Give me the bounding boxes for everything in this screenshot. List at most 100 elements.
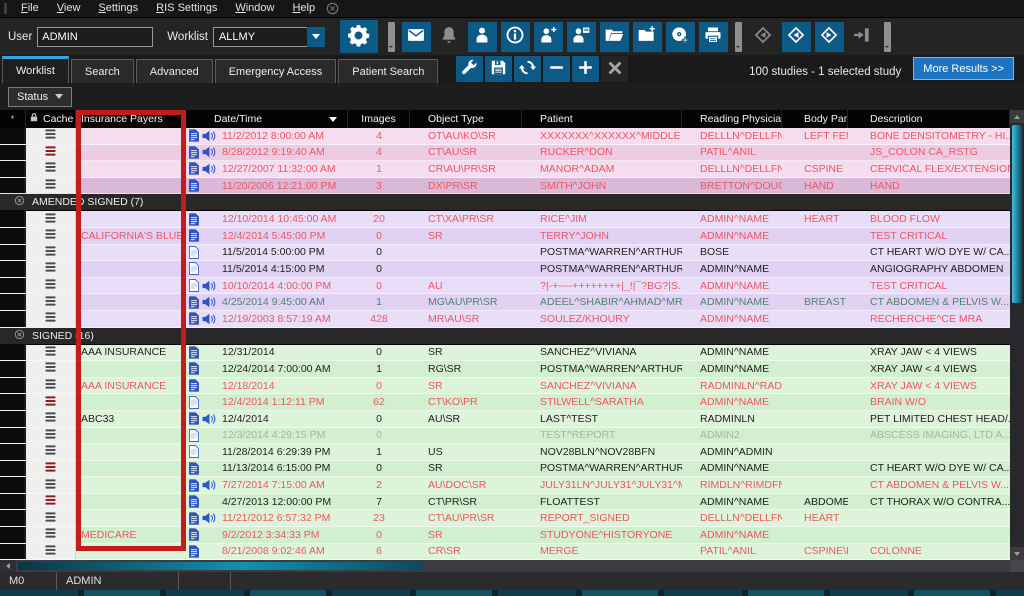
study-row[interactable]: AAA INSURANCE12/18/20140SRSANCHEZ^VIVIAN… — [0, 378, 1010, 395]
horizontal-scroll-thumb[interactable] — [18, 562, 424, 570]
cache-cell — [26, 394, 76, 410]
study-row[interactable]: 12/10/2014 10:45:00 AM20CT\XA\PR\SRRICE^… — [0, 211, 1010, 228]
patient-button[interactable] — [468, 22, 497, 52]
send-message-button[interactable] — [402, 22, 431, 52]
settings-button[interactable] — [340, 20, 378, 53]
column-header-patient[interactable]: Patient — [522, 110, 682, 128]
study-row[interactable]: 11/21/2012 6:57:32 PM23CT\AU\PR\SRREPORT… — [0, 510, 1010, 527]
row-icons — [186, 345, 220, 361]
reading-physician-cell: RIMDLN^RIMDFN^S... — [682, 477, 782, 493]
add-button[interactable] — [572, 56, 599, 82]
dictation-audio-icon — [202, 296, 216, 308]
menu-item-help[interactable]: Help — [283, 0, 324, 17]
more-results-button[interactable]: More Results >> — [913, 57, 1014, 80]
patient-records-button[interactable] — [567, 22, 596, 52]
study-row[interactable]: 12/3/2014 4:29:15 PM0TEST^REPORTADMIN2AB… — [0, 428, 1010, 445]
study-row[interactable]: 11/13/2014 6:15:00 PM0SRPOSTMA^WARREN^AR… — [0, 461, 1010, 478]
scroll-left-button[interactable] — [0, 560, 16, 572]
study-row[interactable]: AAA INSURANCE12/31/20140SRSANCHEZ^VIVIAN… — [0, 345, 1010, 362]
row-icons — [186, 428, 220, 444]
horizontal-scrollbar[interactable] — [0, 560, 1024, 572]
tab-advanced[interactable]: Advanced — [136, 59, 213, 83]
datetime-cell: 7/27/2014 7:15:00 AM — [220, 477, 348, 493]
group-header-amended-signed-7-[interactable]: AMENDED SIGNED (7) — [0, 194, 1010, 211]
menu-item-ris-settings[interactable]: RIS Settings — [147, 0, 226, 17]
study-row[interactable]: 12/27/2007 11:32:00 AM1CR\AU\PR\SRMANOR^… — [0, 161, 1010, 178]
study-row[interactable]: 8/28/2012 9:19:40 AM4CT\AU\SRRUCKER^DONP… — [0, 145, 1010, 162]
dictation-audio-icon — [202, 163, 216, 175]
chevron-down-icon — [55, 94, 63, 99]
remove-button[interactable] — [543, 56, 570, 82]
body-part-cell: HEART — [782, 211, 848, 227]
column-header-body-part[interactable]: Body Part — [782, 110, 848, 128]
scroll-up-button[interactable] — [1010, 110, 1024, 123]
menu-item-window[interactable]: Window — [226, 0, 283, 17]
status-filter-button[interactable]: Status — [8, 87, 72, 107]
group-header-signed-16-[interactable]: SIGNED (16) — [0, 328, 1010, 345]
tab-patient-search[interactable]: Patient Search — [338, 59, 438, 83]
column-header-date-time[interactable]: Date/Time — [186, 110, 348, 128]
save-button[interactable] — [485, 56, 512, 82]
patient-cell: TEST^REPORT — [522, 428, 682, 444]
column-header-description[interactable]: Description — [848, 110, 1010, 128]
study-row[interactable]: 11/2/2012 8:00:00 AM4OT\AU\KO\SRXXXXXXX^… — [0, 128, 1010, 145]
vertical-scrollbar[interactable] — [1010, 110, 1024, 560]
vertical-scroll-thumb[interactable] — [1012, 125, 1022, 303]
images-count-cell: 0 — [348, 228, 410, 244]
close-button[interactable] — [601, 56, 628, 82]
route-send-button[interactable] — [782, 22, 811, 52]
wrench-icon — [460, 58, 479, 80]
tools-button[interactable] — [456, 56, 483, 82]
study-row[interactable]: 11/20/2006 12:21:00 PM3DX\PR\SRSMITH^JOH… — [0, 178, 1010, 195]
study-row[interactable]: CALIFORNIA'S BLUE...12/4/2014 5:45:00 PM… — [0, 228, 1010, 245]
menu-extra-icon[interactable] — [326, 2, 339, 15]
menu-item-settings[interactable]: Settings — [89, 0, 147, 17]
add-study-button[interactable] — [633, 22, 662, 52]
patient-cell: ADEEL^SHABIR^AHMAD^MR. — [522, 294, 682, 310]
reading-physician-cell: RADMINLN^RADMIN... — [682, 378, 782, 394]
study-row[interactable]: 11/28/2014 6:29:39 PM1USNOV28BLN^NOV28BF… — [0, 444, 1010, 461]
tab-search[interactable]: Search — [71, 59, 134, 83]
tab-worklist[interactable]: Worklist — [2, 56, 69, 83]
tab-emergency-access[interactable]: Emergency Access — [215, 59, 337, 83]
study-row[interactable]: 11/5/2014 4:15:00 PM0POSTMA^WARREN^ARTHU… — [0, 261, 1010, 278]
column-header-insurance-payers[interactable]: Insurance Payers — [76, 110, 186, 128]
print-button[interactable] — [699, 22, 728, 52]
study-row[interactable]: 12/24/2014 7:00:00 AM1RG\SRPOSTMA^WARREN… — [0, 361, 1010, 378]
worklist-select[interactable]: ALLMY — [213, 27, 325, 47]
column-header-images[interactable]: Images — [348, 110, 410, 128]
column-header-reading-physician[interactable]: Reading Physician — [682, 110, 782, 128]
menu-item-file[interactable]: File — [12, 0, 48, 17]
new-patient-button[interactable] — [534, 22, 563, 52]
column-header-cache[interactable]: Cache — [26, 110, 76, 128]
datetime-cell: 12/4/2014 1:12:11 PM — [220, 394, 348, 410]
menu-item-view[interactable]: View — [48, 0, 90, 17]
refresh-button[interactable] — [514, 56, 541, 82]
route-forward-button[interactable] — [815, 22, 844, 52]
study-row[interactable]: 12/4/2014 1:12:11 PM62CT\KO\PRSTILWELL^S… — [0, 394, 1010, 411]
object-type-cell: CT\KO\PR — [410, 394, 522, 410]
images-count-cell: 0 — [348, 411, 410, 427]
study-row[interactable]: 8/21/2008 9:02:46 AM6CR\SRMERGEPATIL^ANI… — [0, 544, 1010, 560]
study-info-button[interactable] — [501, 22, 530, 52]
study-row[interactable]: 7/27/2014 7:15:00 AM2AU\DOC\SRJULY31LN^J… — [0, 477, 1010, 494]
study-row[interactable]: 4/25/2014 9:45:00 AM1MG\AU\PR\SRADEEL^SH… — [0, 294, 1010, 311]
study-row[interactable]: 11/5/2014 5:00:00 PM0POSTMA^WARREN^ARTHU… — [0, 245, 1010, 262]
scroll-down-button[interactable] — [1010, 547, 1024, 560]
images-count-cell: 0 — [348, 278, 410, 294]
datetime-cell: 12/18/2014 — [220, 378, 348, 394]
open-study-button[interactable] — [600, 22, 629, 52]
row-icons — [186, 261, 220, 277]
study-row[interactable]: ABC3312/4/20140AU\SRLAST^TESTRADMINLNPET… — [0, 411, 1010, 428]
column-chooser-button[interactable]: * — [0, 110, 26, 128]
user-input[interactable] — [37, 27, 153, 47]
study-row[interactable]: 4/27/2013 12:00:00 PM7CT\PR\SRFLOATTESTA… — [0, 494, 1010, 511]
study-row[interactable]: 12/19/2003 8:57:19 AM428MR\AU\SRSOULEZ/K… — [0, 311, 1010, 328]
worklist-dropdown-button[interactable] — [307, 27, 325, 47]
study-row[interactable]: 10/10/2014 4:00:00 PM0AU?|-+----++++++++… — [0, 278, 1010, 295]
insurance-cell — [76, 428, 186, 444]
burn-disc-button[interactable] — [666, 22, 695, 52]
column-header-object-type[interactable]: Object Type — [410, 110, 522, 128]
column-header-label: Reading Physician — [700, 113, 782, 125]
study-row[interactable]: MEDICARE9/2/2012 3:34:33 PM0SRSTUDYONE^H… — [0, 527, 1010, 544]
